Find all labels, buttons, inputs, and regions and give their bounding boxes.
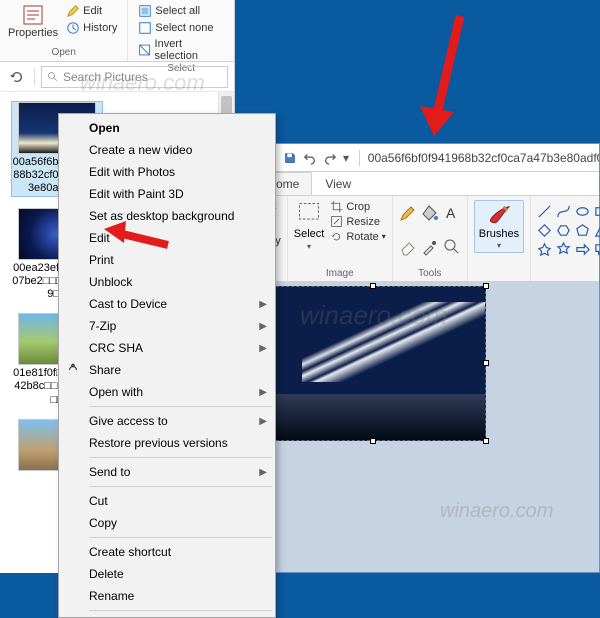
magnifier-icon[interactable] xyxy=(443,238,461,256)
paint-window: ▾ 00a56f6bf0f941968b32cf0ca7a47b3e80adf0… xyxy=(256,143,600,573)
resize-handle[interactable] xyxy=(370,438,376,444)
resize-handle[interactable] xyxy=(370,283,376,289)
shape-star-icon[interactable] xyxy=(537,242,552,257)
resize-handle[interactable] xyxy=(483,283,489,289)
save-icon[interactable] xyxy=(283,151,297,165)
properties-button[interactable]: Properties xyxy=(8,3,58,39)
shape-bubble-icon[interactable] xyxy=(594,242,600,257)
ctx-separator xyxy=(89,610,272,611)
tab-view[interactable]: View xyxy=(312,172,364,195)
search-placeholder: Search Pictures xyxy=(63,70,148,84)
paint-resize-button[interactable]: Resize xyxy=(330,215,385,228)
chevron-right-icon: ▶ xyxy=(259,387,267,398)
explorer-ribbon: Properties Edit History Open Select all … xyxy=(0,0,234,62)
annotation-arrow xyxy=(410,10,480,140)
resize-handle[interactable] xyxy=(483,438,489,444)
eraser-icon[interactable] xyxy=(399,238,417,256)
ctx-delete[interactable]: Delete xyxy=(59,563,275,585)
title-separator xyxy=(359,150,360,166)
ctx-open-with[interactable]: Open with▶ xyxy=(59,381,275,403)
paint-title-text: 00a56f6bf0f941968b32cf0ca7a47b3e80adf046… xyxy=(364,151,599,165)
ctx-separator xyxy=(89,406,272,407)
shape-rect-icon[interactable] xyxy=(594,204,600,219)
explorer-toolbar: Search Pictures xyxy=(0,62,234,92)
shape-arrow-icon[interactable] xyxy=(575,242,590,257)
paint-select-button[interactable]: Select ▾ xyxy=(294,200,325,251)
select-all-button[interactable]: Select all xyxy=(136,3,226,19)
tools-group-label: Tools xyxy=(418,268,441,279)
context-menu: Open Create a new video Edit with Photos… xyxy=(58,113,276,618)
paint-titlebar[interactable]: ▾ 00a56f6bf0f941968b32cf0ca7a47b3e80adf0… xyxy=(257,144,599,172)
shape-hex-icon[interactable] xyxy=(556,223,571,238)
paint-tabs: ome View xyxy=(257,172,599,196)
chevron-right-icon: ▶ xyxy=(259,416,267,427)
ctx-crc-sha[interactable]: CRC SHA▶ xyxy=(59,337,275,359)
text-icon[interactable]: A xyxy=(443,204,461,222)
paint-workspace[interactable] xyxy=(257,282,599,572)
ctx-edit-paint3d[interactable]: Edit with Paint 3D xyxy=(59,183,275,205)
shapes-gallery[interactable] xyxy=(537,200,600,258)
redo-icon[interactable] xyxy=(323,151,337,165)
picker-icon[interactable] xyxy=(421,238,439,256)
shape-diamond-icon[interactable] xyxy=(537,223,552,238)
shape-line-icon[interactable] xyxy=(537,204,552,219)
annotation-arrow xyxy=(100,215,170,255)
shape-star6-icon[interactable] xyxy=(556,242,571,257)
ctx-separator xyxy=(89,457,272,458)
chevron-right-icon: ▶ xyxy=(259,343,267,354)
qat-dropdown[interactable]: ▾ xyxy=(343,151,349,165)
pencil-icon[interactable] xyxy=(399,204,417,222)
ctx-restore-versions[interactable]: Restore previous versions xyxy=(59,432,275,454)
paint-tools: A xyxy=(399,200,461,222)
ctx-cast[interactable]: Cast to Device▶ xyxy=(59,293,275,315)
invert-selection-button[interactable]: Invert selection xyxy=(136,37,226,63)
ctx-create-shortcut[interactable]: Create shortcut xyxy=(59,541,275,563)
open-group-label: Open xyxy=(51,47,75,58)
select-none-button[interactable]: Select none xyxy=(136,20,226,36)
canvas-image-city xyxy=(262,394,485,440)
ctx-edit-photos[interactable]: Edit with Photos xyxy=(59,161,275,183)
ctx-open[interactable]: Open xyxy=(59,117,275,139)
paint-crop-button[interactable]: Crop xyxy=(330,200,385,213)
shape-curve-icon[interactable] xyxy=(556,204,571,219)
canvas-image xyxy=(302,302,485,382)
ctx-create-video[interactable]: Create a new video xyxy=(59,139,275,161)
properties-label: Properties xyxy=(8,27,58,39)
chevron-right-icon: ▶ xyxy=(259,321,267,332)
ctx-separator xyxy=(89,537,272,538)
ribbon-edit-button[interactable]: Edit xyxy=(64,3,119,19)
undo-icon[interactable] xyxy=(303,151,317,165)
refresh-button[interactable] xyxy=(6,66,28,88)
image-group-label: Image xyxy=(326,268,354,279)
ctx-give-access[interactable]: Give access to▶ xyxy=(59,410,275,432)
ctx-cut[interactable]: Cut xyxy=(59,490,275,512)
shape-pent-icon[interactable] xyxy=(575,223,590,238)
search-input[interactable]: Search Pictures xyxy=(41,66,228,88)
share-icon xyxy=(66,363,80,377)
chevron-right-icon: ▶ xyxy=(259,467,267,478)
ctx-rename[interactable]: Rename xyxy=(59,585,275,607)
search-icon xyxy=(47,71,59,83)
resize-handle[interactable] xyxy=(483,360,489,366)
ctx-share[interactable]: Share xyxy=(59,359,275,381)
toolbar-separator xyxy=(34,68,35,86)
paint-canvas[interactable] xyxy=(261,286,486,441)
ctx-7zip[interactable]: 7-Zip▶ xyxy=(59,315,275,337)
fill-icon[interactable] xyxy=(421,204,439,222)
ctx-send-to[interactable]: Send to▶ xyxy=(59,461,275,483)
svg-text:A: A xyxy=(446,205,456,221)
ribbon-history-button[interactable]: History xyxy=(64,20,119,36)
paint-tools-row2 xyxy=(399,234,461,256)
brushes-button[interactable]: Brushes ▾ xyxy=(474,200,524,253)
shape-oval-icon[interactable] xyxy=(575,204,590,219)
shape-tri-icon[interactable] xyxy=(594,223,600,238)
paint-rotate-button[interactable]: Rotate▾ xyxy=(330,230,385,243)
ctx-separator xyxy=(89,486,272,487)
ctx-copy[interactable]: Copy xyxy=(59,512,275,534)
ctx-unblock[interactable]: Unblock xyxy=(59,271,275,293)
paint-ribbon: ut opy Select ▾ Crop Resize Rotate▾ Imag… xyxy=(257,196,599,282)
chevron-right-icon: ▶ xyxy=(259,299,267,310)
